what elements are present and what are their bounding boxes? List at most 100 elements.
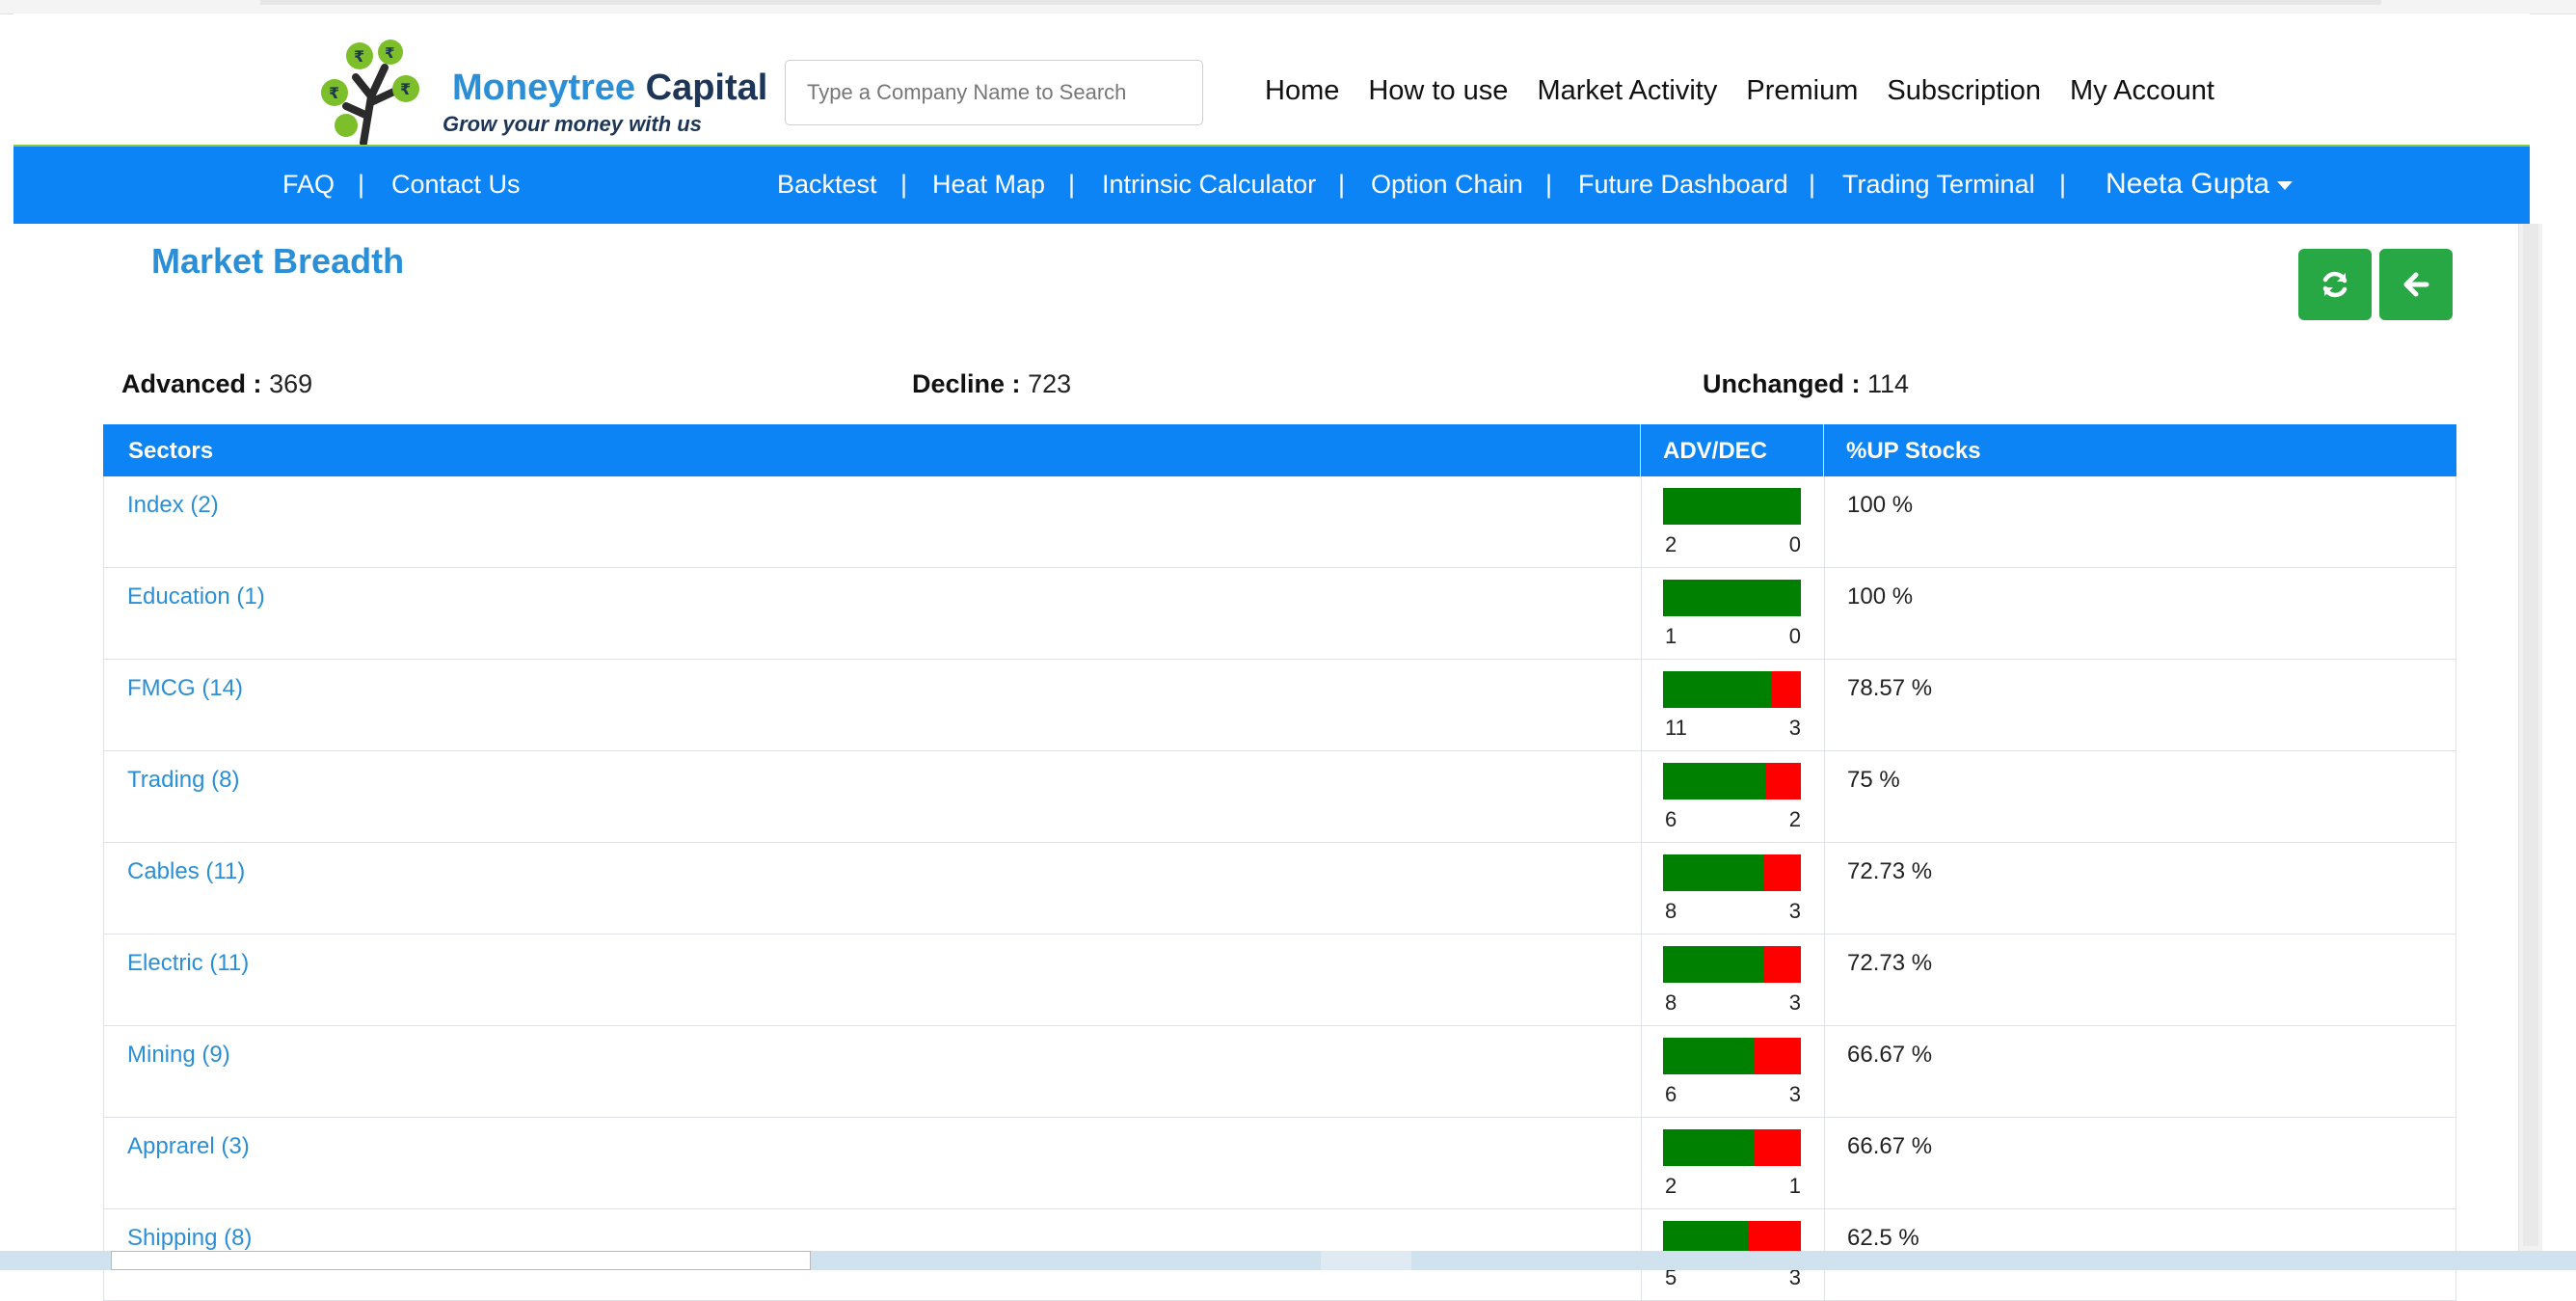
decline-count: 3	[1788, 899, 1801, 923]
caret-down-icon	[2277, 180, 2294, 190]
brand-name-part1: Moneytree	[452, 68, 636, 108]
browser-top-strip	[0, 0, 2576, 14]
adv-dec-bar	[1663, 1129, 1801, 1166]
decline-count: 3	[1788, 1082, 1801, 1106]
percent-up: 78.57 %	[1847, 675, 1933, 701]
column-divider	[1641, 476, 1642, 567]
nav-faq[interactable]: FAQ	[282, 170, 335, 200]
svg-text:₹: ₹	[329, 84, 339, 102]
sector-link[interactable]: Education (1)	[127, 583, 265, 610]
column-divider	[1824, 660, 1825, 750]
browser-top-bar	[260, 0, 2381, 5]
table-row: Index (2) 2 0 100 %	[103, 476, 2456, 568]
site-header: ₹ ₹ ₹ ₹ Moneytree Capital Grow your mone…	[13, 14, 2530, 149]
advance-segment	[1663, 671, 1772, 708]
nav-heat-map[interactable]: Heat Map	[932, 170, 1045, 200]
decline-label: Decline :	[912, 369, 1021, 398]
adv-dec-bar	[1663, 946, 1801, 983]
percent-up: 100 %	[1847, 492, 1914, 518]
advanced-count: Advanced : 369	[121, 369, 312, 399]
unchanged-value: 114	[1867, 369, 1910, 398]
advanced-value: 369	[269, 369, 313, 398]
nav-backtest[interactable]: Backtest	[777, 170, 877, 200]
percent-up: 66.67 %	[1847, 1133, 1933, 1159]
company-search-input[interactable]	[785, 60, 1203, 125]
site-logo[interactable]: ₹ ₹ ₹ ₹ Moneytree Capital Grow your mone…	[308, 27, 780, 148]
table-row: FMCG (14) 11 3 78.57 %	[103, 660, 2456, 751]
nav-how-to-use[interactable]: How to use	[1368, 75, 1508, 107]
column-divider	[1641, 843, 1642, 934]
nav-separator: |	[2059, 170, 2067, 199]
decline-value: 723	[1028, 369, 1072, 398]
header-up-stocks: %UP Stocks	[1846, 438, 1981, 464]
brand-tagline: Grow your money with us	[443, 112, 702, 136]
table-row: Mining (9) 6 3 66.67 %	[103, 1026, 2456, 1118]
adv-dec-bar	[1663, 763, 1801, 800]
main-nav: Home How to use Market Activity Premium …	[1265, 75, 2214, 107]
nav-premium[interactable]: Premium	[1746, 75, 1858, 107]
nav-contact-us[interactable]: Contact Us	[391, 170, 521, 200]
page-scrollbar[interactable]	[2518, 224, 2542, 1251]
sector-link[interactable]: Cables (11)	[127, 858, 245, 885]
nav-subscription[interactable]: Subscription	[1887, 75, 2041, 107]
nav-market-activity[interactable]: Market Activity	[1537, 75, 1717, 107]
sector-link[interactable]: Index (2)	[127, 492, 219, 519]
back-button[interactable]	[2379, 249, 2453, 320]
taskbar-item[interactable]	[1321, 1251, 1411, 1270]
nav-future-dashboard[interactable]: Future Dashboard	[1578, 170, 1788, 200]
nav-trading-terminal[interactable]: Trading Terminal	[1842, 170, 2035, 200]
secondary-nav: FAQ | Contact Us Backtest | Heat Map | I…	[13, 147, 2530, 224]
sector-link[interactable]: Trading (8)	[127, 767, 239, 794]
adv-dec-bar	[1663, 580, 1801, 616]
money-tree-logo-icon: ₹ ₹ ₹ ₹	[321, 40, 419, 145]
table-row: Cables (11) 8 3 72.73 %	[103, 843, 2456, 935]
column-divider	[1641, 568, 1642, 659]
decline-count: 1	[1788, 1174, 1801, 1198]
unchanged-label: Unchanged :	[1703, 369, 1861, 398]
adv-dec-bar	[1663, 671, 1801, 708]
sector-link[interactable]: Electric (11)	[127, 950, 249, 977]
percent-up: 66.67 %	[1847, 1042, 1933, 1068]
column-divider	[1824, 843, 1825, 934]
header-divider	[1823, 424, 1824, 476]
table-row: Education (1) 1 0 100 %	[103, 568, 2456, 660]
brand-name: Moneytree Capital	[452, 68, 767, 109]
adv-dec-bar	[1663, 488, 1801, 525]
nav-separator: |	[1809, 170, 1816, 199]
sector-link[interactable]: Apprarel (3)	[127, 1133, 250, 1160]
svg-text:₹: ₹	[385, 44, 394, 62]
decline-count: Decline : 723	[912, 369, 1071, 399]
taskbar-search-box[interactable]	[111, 1251, 811, 1270]
nav-intrinsic-calculator[interactable]: Intrinsic Calculator	[1102, 170, 1316, 200]
advanced-label: Advanced :	[121, 369, 262, 398]
decline-count: 0	[1788, 624, 1801, 648]
nav-home[interactable]: Home	[1265, 75, 1339, 107]
nav-separator: |	[1338, 170, 1346, 199]
svg-text:₹: ₹	[354, 47, 364, 66]
nav-separator: |	[1545, 170, 1553, 199]
decline-count: 2	[1788, 807, 1801, 831]
nav-separator: |	[358, 170, 365, 199]
column-divider	[1824, 568, 1825, 659]
nav-option-chain[interactable]: Option Chain	[1371, 170, 1523, 200]
column-divider	[1824, 476, 1825, 567]
user-name: Neeta Gupta	[2106, 168, 2270, 200]
sector-link[interactable]: Mining (9)	[127, 1042, 230, 1069]
refresh-button[interactable]	[2298, 249, 2372, 320]
sector-link[interactable]: Shipping (8)	[127, 1225, 252, 1252]
sector-link[interactable]: FMCG (14)	[127, 675, 243, 702]
decline-count: 3	[1788, 716, 1801, 740]
header-sectors: Sectors	[128, 438, 214, 464]
nav-separator: |	[900, 170, 908, 199]
percent-up: 75 %	[1847, 767, 1900, 793]
column-divider	[1641, 1118, 1642, 1208]
column-divider	[1641, 751, 1642, 842]
scrollbar-thumb[interactable]	[2523, 224, 2538, 1246]
svg-text:₹: ₹	[400, 80, 411, 98]
nav-my-account[interactable]: My Account	[2070, 75, 2214, 107]
header-divider	[1640, 424, 1641, 476]
column-divider	[1641, 1026, 1642, 1117]
user-menu-dropdown[interactable]: Neeta Gupta	[2106, 168, 2294, 201]
decline-count: 0	[1788, 532, 1801, 556]
column-divider	[1824, 935, 1825, 1025]
